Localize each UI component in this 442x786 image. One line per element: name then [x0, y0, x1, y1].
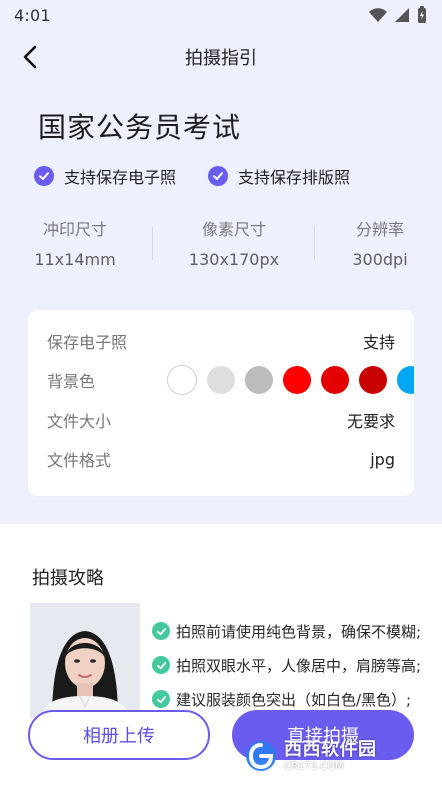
background-color-list[interactable]: [167, 364, 414, 396]
signal-icon: [394, 7, 410, 27]
photo-specs: 冲印尺寸 11x14mm 像素尺寸 130x170px 分辨率 300dpi: [0, 216, 442, 276]
tip-text: 拍照双眼水平，人像居中，肩膀等高;: [176, 656, 422, 675]
feature-list: 支持保存电子照 支持保存排版照: [34, 164, 350, 188]
row-file-format: 文件格式 jpg: [47, 443, 395, 475]
status-icons: [368, 6, 428, 28]
row-label: 背景色: [47, 372, 96, 391]
check-circle-icon: [152, 656, 170, 674]
background-color-swatch[interactable]: [283, 366, 311, 394]
guide-title: 拍摄攻略: [32, 568, 104, 589]
guide-tip: 拍照前请使用纯色背景，确保不模糊;: [152, 614, 437, 648]
row-save-e-photo: 保存电子照 支持: [47, 325, 395, 357]
battery-icon: [416, 6, 428, 28]
tip-text: 拍照前请使用纯色背景，确保不模糊;: [176, 622, 422, 641]
info-card: 保存电子照 支持 背景色 文件大小 无要求 文件格式 jpg: [28, 310, 414, 496]
row-background-color: 背景色: [47, 364, 414, 396]
status-bar: 4:01: [0, 0, 442, 32]
bottom-safe-area: [0, 782, 442, 786]
check-circle-icon: [152, 622, 170, 640]
sample-photo: [30, 603, 140, 718]
watermark-sub: CR173.COM: [284, 760, 344, 772]
album-upload-button[interactable]: 相册上传: [28, 710, 210, 760]
shooting-guide-screen: 4:01 拍摄指引 国家公务员考试 支持保存电子照 支持保存排版照 冲印尺寸 1…: [0, 0, 442, 786]
spec-label: 分辨率: [355, 220, 404, 239]
spec-resolution: 分辨率 300dpi: [340, 216, 420, 269]
background-color-swatch[interactable]: [321, 366, 349, 394]
header-bar: 拍摄指引: [0, 34, 442, 78]
row-value: 无要求: [346, 412, 395, 431]
background-color-swatch[interactable]: [207, 366, 235, 394]
check-circle-icon: [208, 166, 229, 186]
status-time: 4:01: [14, 6, 51, 25]
check-circle-icon: [152, 690, 170, 708]
row-label: 文件格式: [47, 451, 112, 470]
spec-label: 像素尺寸: [201, 220, 266, 239]
spec-value: 130x170px: [188, 250, 280, 269]
row-label: 文件大小: [47, 412, 112, 431]
feature-label: 支持保存排版照: [238, 168, 351, 187]
background-color-swatch[interactable]: [245, 366, 273, 394]
background-color-swatch[interactable]: [397, 366, 414, 394]
divider: [152, 226, 153, 260]
feature-save-layout-photo: 支持保存排版照: [208, 164, 350, 188]
spec-print-size: 冲印尺寸 11x14mm: [30, 216, 120, 269]
guide-tip: 拍照双眼水平，人像居中，肩膀等高;: [152, 648, 437, 682]
spec-label: 冲印尺寸: [42, 220, 107, 239]
portrait-image: [30, 603, 140, 718]
direct-shoot-button[interactable]: 直接拍摄: [232, 710, 414, 760]
tip-text: 建议服装颜色突出（如白色/黑色）;: [176, 690, 412, 709]
exam-title: 国家公务员考试: [38, 111, 242, 144]
row-value: 支持: [362, 333, 395, 352]
divider: [314, 226, 315, 260]
row-value: jpg: [370, 449, 395, 469]
row-label: 保存电子照: [47, 333, 128, 352]
feature-label: 支持保存电子照: [64, 168, 177, 187]
spec-pixel-size: 像素尺寸 130x170px: [176, 216, 292, 269]
background-color-swatch[interactable]: [167, 365, 197, 395]
guide-tips: 拍照前请使用纯色背景，确保不模糊; 拍照双眼水平，人像居中，肩膀等高; 建议服装…: [152, 614, 437, 716]
spec-value: 11x14mm: [34, 250, 116, 269]
feature-save-e-photo: 支持保存电子照: [34, 164, 176, 188]
row-file-size: 文件大小 无要求: [47, 404, 395, 436]
check-circle-icon: [34, 166, 54, 186]
wifi-icon: [368, 7, 388, 27]
spec-value: 300dpi: [352, 250, 408, 269]
background-color-swatch[interactable]: [359, 366, 387, 394]
page-title: 拍摄指引: [185, 48, 257, 69]
